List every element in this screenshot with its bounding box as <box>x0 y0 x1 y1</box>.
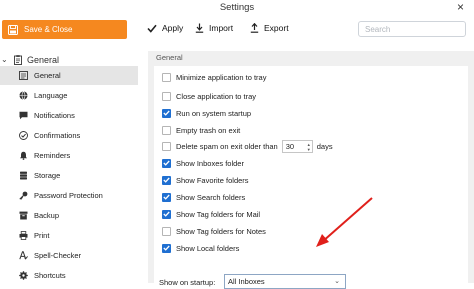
startup-select[interactable]: All Inboxes ⌄ <box>224 274 346 289</box>
option-label: Minimize application to tray <box>176 72 267 82</box>
export-icon <box>250 23 259 33</box>
checkbox[interactable] <box>162 226 171 236</box>
option-show-inboxes[interactable]: Show Inboxes folder <box>162 157 244 169</box>
checkbox[interactable] <box>162 192 171 202</box>
sidebar: ⌄ General General Language Notifications <box>0 51 138 283</box>
sidebar-item-label: Storage <box>34 171 61 180</box>
sidebar-item-label: Language <box>34 91 68 100</box>
option-show-favorite[interactable]: Show Favorite folders <box>162 174 249 186</box>
checkbox[interactable] <box>162 209 171 219</box>
chevron-down-icon[interactable]: ⌄ <box>1 55 10 64</box>
close-icon[interactable]: × <box>457 0 464 15</box>
spam-days-stepper[interactable]: 30 ▲ ▼ <box>281 139 313 153</box>
sidebar-item-label: General <box>34 71 61 80</box>
chevron-down-icon: ⌄ <box>334 278 340 285</box>
sidebar-item-backup[interactable]: Backup <box>0 206 138 225</box>
apply-button[interactable]: Apply <box>147 23 183 33</box>
bell-icon <box>20 151 27 160</box>
save-close-button[interactable]: Save & Close <box>2 20 127 39</box>
option-show-tag-notes[interactable]: Show Tag folders for Notes <box>162 225 266 237</box>
sidebar-item-shortcuts[interactable]: Shortcuts <box>0 266 138 285</box>
sidebar-item-label: Password Protection <box>34 191 103 200</box>
clipboard-icon <box>14 54 22 65</box>
sidebar-item-reminders[interactable]: Reminders <box>0 146 138 165</box>
sidebar-item-label: Confirmations <box>34 131 81 140</box>
option-label: Show Inboxes folder <box>176 158 244 168</box>
settings-main: General Minimize application to tray Clo… <box>148 51 474 289</box>
spell-check-icon <box>19 251 28 260</box>
stepper-arrows-icon[interactable]: ▲ ▼ <box>307 142 311 152</box>
sidebar-item-label: Spell-Checker <box>34 251 82 260</box>
key-icon <box>19 191 28 200</box>
option-label: Delete spam on exit older than <box>176 141 278 151</box>
sidebar-section-label: General <box>27 54 60 65</box>
apply-label: Apply <box>162 23 184 33</box>
spam-days-value: 30 <box>285 141 295 151</box>
sidebar-item-language[interactable]: Language <box>0 86 138 105</box>
sidebar-item-label: Notifications <box>34 111 75 120</box>
sidebar-item-print[interactable]: Print <box>0 226 138 245</box>
export-label: Export <box>264 23 289 33</box>
checkbox[interactable] <box>162 158 171 168</box>
section-header: General <box>156 53 183 62</box>
window-title: Settings <box>219 2 255 13</box>
title-bar: Settings × <box>0 0 474 17</box>
checkbox[interactable] <box>162 108 171 118</box>
search-input[interactable] <box>359 22 465 36</box>
sidebar-item-general[interactable]: General <box>0 66 138 85</box>
option-run-on-startup[interactable]: Run on system startup <box>162 107 251 119</box>
list-icon <box>19 71 28 80</box>
sidebar-item-label: Backup <box>34 211 60 220</box>
spam-days-unit: days <box>316 141 333 151</box>
option-label: Show Local folders <box>176 243 240 253</box>
option-show-search[interactable]: Show Search folders <box>162 191 245 203</box>
checkbox[interactable] <box>162 72 171 82</box>
sidebar-item-password-protection[interactable]: Password Protection <box>0 186 138 205</box>
check-circle-icon <box>19 131 28 140</box>
checkbox[interactable] <box>162 125 171 135</box>
option-show-tag-mail[interactable]: Show Tag folders for Mail <box>162 208 260 220</box>
option-label: Show Tag folders for Notes <box>176 226 266 236</box>
checkbox[interactable] <box>162 91 171 101</box>
sidebar-item-confirmations[interactable]: Confirmations <box>0 126 138 145</box>
archive-icon <box>19 211 28 220</box>
toolbar: Save & Close Apply Import Export <box>0 17 474 42</box>
option-label: Show Tag folders for Mail <box>176 209 261 219</box>
option-minimize-to-tray[interactable]: Minimize application to tray <box>162 71 266 83</box>
sidebar-item-label: Reminders <box>34 151 71 160</box>
checkbox[interactable] <box>162 175 171 185</box>
option-show-local[interactable]: Show Local folders <box>162 242 239 254</box>
save-close-label: Save & Close <box>24 25 73 34</box>
sidebar-section-general[interactable]: ⌄ General <box>0 53 59 66</box>
option-close-to-tray[interactable]: Close application to tray <box>162 90 256 102</box>
globe-icon <box>19 91 28 100</box>
database-icon <box>20 171 27 180</box>
sidebar-item-storage[interactable]: Storage <box>0 166 138 185</box>
printer-icon <box>19 231 28 240</box>
export-button[interactable]: Export <box>250 23 289 33</box>
startup-select-value: All Inboxes <box>228 277 265 286</box>
option-label: Empty trash on exit <box>176 125 241 135</box>
option-empty-trash[interactable]: Empty trash on exit <box>162 124 240 136</box>
gear-icon <box>19 271 28 280</box>
option-label: Run on system startup <box>176 108 252 118</box>
save-icon <box>8 24 18 35</box>
option-label: Close application to tray <box>176 91 257 101</box>
option-label: Show Search folders <box>176 192 246 202</box>
search-box <box>358 21 466 37</box>
sidebar-item-label: Shortcuts <box>34 271 66 280</box>
sidebar-item-spell-checker[interactable]: Spell-Checker <box>0 246 138 265</box>
option-delete-spam[interactable]: Delete spam on exit older than 30 ▲ ▼ day… <box>162 139 333 153</box>
sidebar-item-label: Print <box>34 231 50 240</box>
import-icon <box>195 23 204 33</box>
chat-icon <box>19 111 28 120</box>
import-button[interactable]: Import <box>195 23 233 33</box>
check-icon <box>147 24 157 33</box>
import-label: Import <box>209 23 234 33</box>
option-label: Show Favorite folders <box>176 175 249 185</box>
settings-panel: Minimize application to tray Close appli… <box>154 66 468 289</box>
checkbox[interactable] <box>162 141 171 151</box>
checkbox[interactable] <box>162 243 171 253</box>
sidebar-item-notifications[interactable]: Notifications <box>0 106 138 125</box>
